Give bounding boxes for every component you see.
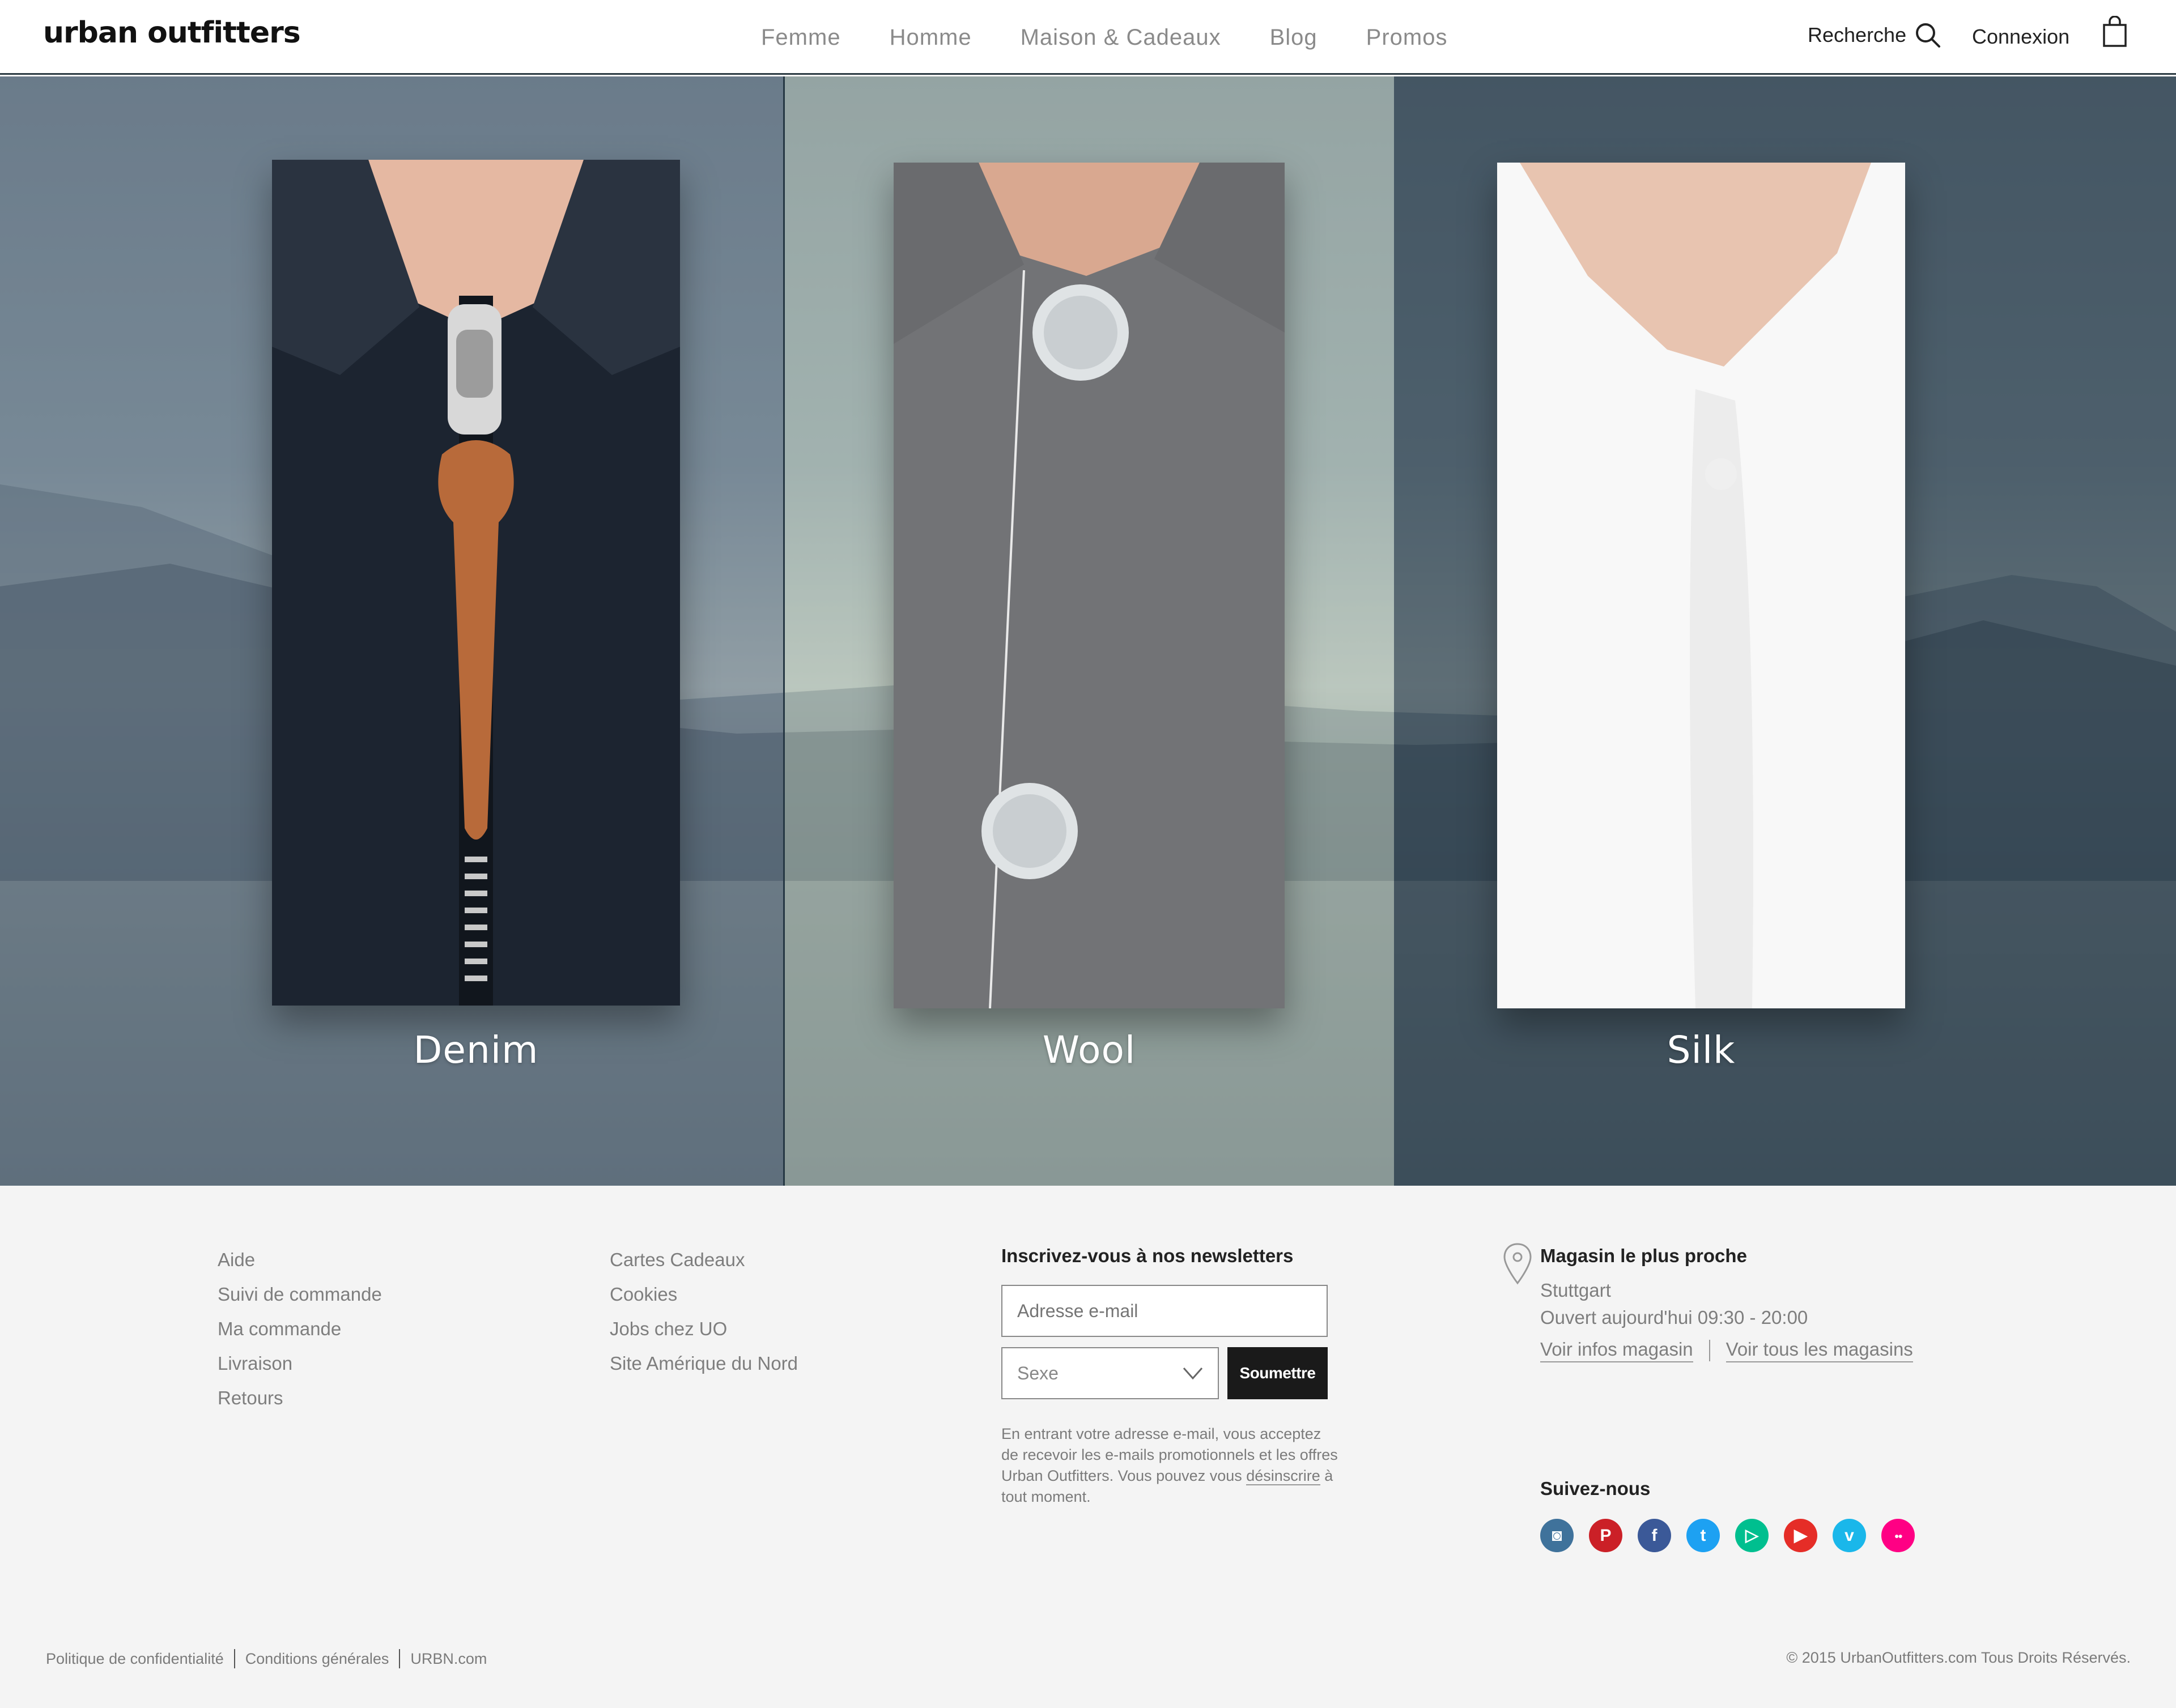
vimeo-icon[interactable]: v: [1833, 1519, 1866, 1552]
site-footer: Aide Suivi de commande Ma commande Livra…: [0, 1186, 2176, 1708]
chevron-down-icon: [1183, 1368, 1203, 1380]
newsletter-form: Inscrivez-vous à nos newsletters Sexe So…: [1001, 1245, 1338, 1505]
shopping-bag-button[interactable]: [2102, 16, 2127, 48]
footer-link-cartes-cadeaux[interactable]: Cartes Cadeaux: [610, 1242, 798, 1277]
store-title: Magasin le plus proche: [1540, 1245, 1747, 1266]
footer-link-aide[interactable]: Aide: [218, 1242, 382, 1277]
vine-icon[interactable]: ▷: [1735, 1519, 1769, 1552]
email-input[interactable]: [1001, 1285, 1328, 1337]
follow-title: Suivez-nous: [1540, 1478, 1651, 1499]
copyright: © 2015 UrbanOutfitters.com Tous Droits R…: [1786, 1649, 2131, 1666]
terms-link[interactable]: Conditions générales: [245, 1650, 389, 1668]
logo[interactable]: urban outfitters: [43, 16, 301, 50]
footer-link-cookies[interactable]: Cookies: [610, 1277, 798, 1311]
silk-caption[interactable]: Silk: [1531, 1028, 1871, 1072]
divider: [233, 1649, 235, 1668]
footer-links-company: Cartes Cadeaux Cookies Jobs chez UO Site…: [610, 1242, 798, 1381]
facebook-icon[interactable]: f: [1638, 1519, 1671, 1552]
footer-link-retours[interactable]: Retours: [218, 1381, 382, 1415]
instagram-icon[interactable]: ◙: [1540, 1519, 1574, 1552]
nav-maison-cadeaux[interactable]: Maison & Cadeaux: [1021, 25, 1221, 50]
hero-banner: Denim Wool Silk: [0, 76, 2176, 1186]
denim-image[interactable]: [272, 160, 680, 1006]
footer-link-livraison[interactable]: Livraison: [218, 1346, 382, 1381]
search-icon: [1916, 23, 1941, 48]
pinterest-icon[interactable]: P: [1589, 1519, 1622, 1552]
site-header: urban outfitters Femme Homme Maison & Ca…: [0, 0, 2176, 75]
gender-select[interactable]: Sexe: [1001, 1347, 1219, 1399]
store-info-link[interactable]: Voir infos magasin: [1540, 1339, 1693, 1362]
footer-link-suivi-commande[interactable]: Suivi de commande: [218, 1277, 382, 1311]
gender-select-value: Sexe: [1017, 1362, 1059, 1383]
footer-links-help: Aide Suivi de commande Ma commande Livra…: [218, 1242, 382, 1415]
nav-homme[interactable]: Homme: [890, 25, 972, 50]
newsletter-legal-text: En entrant votre adresse e-mail, vous ac…: [1001, 1424, 1341, 1507]
privacy-link[interactable]: Politique de confidentialité: [46, 1650, 224, 1668]
silk-image[interactable]: [1497, 163, 1905, 1008]
store-hours: Ouvert aujourd'hui 09:30 - 20:00: [1540, 1307, 1808, 1328]
main-nav: Femme Homme Maison & Cadeaux Blog Promos: [761, 25, 1447, 50]
wool-image[interactable]: [894, 163, 1285, 1008]
legal-links: Politique de confidentialité Conditions …: [46, 1649, 487, 1668]
submit-button[interactable]: Soumettre: [1227, 1347, 1328, 1399]
twitter-icon[interactable]: t: [1686, 1519, 1720, 1552]
shopping-bag-icon: [2103, 16, 2127, 47]
footer-link-ma-commande[interactable]: Ma commande: [218, 1311, 382, 1346]
social-links: ◙ Pf t ▷ ▶ v ●●: [1540, 1519, 1915, 1552]
store-city: Stuttgart: [1540, 1280, 1611, 1301]
divider: [1708, 1340, 1710, 1361]
unsubscribe-link[interactable]: désinscrire: [1246, 1467, 1320, 1485]
search-button[interactable]: Recherche: [1808, 22, 1941, 49]
youtube-icon[interactable]: ▶: [1784, 1519, 1817, 1552]
wool-caption[interactable]: Wool: [919, 1028, 1259, 1072]
denim-caption[interactable]: Denim: [306, 1028, 646, 1072]
newsletter-title: Inscrivez-vous à nos newsletters: [1001, 1245, 1294, 1266]
nav-promos[interactable]: Promos: [1366, 25, 1448, 50]
store-links: Voir infos magasin Voir tous les magasin…: [1540, 1339, 1913, 1362]
urbn-link[interactable]: URBN.com: [410, 1650, 487, 1668]
all-stores-link[interactable]: Voir tous les magasins: [1726, 1339, 1913, 1362]
nav-blog[interactable]: Blog: [1270, 25, 1318, 50]
footer-link-site-amerique[interactable]: Site Amérique du Nord: [610, 1346, 798, 1381]
divider: [399, 1649, 401, 1668]
footer-link-jobs[interactable]: Jobs chez UO: [610, 1311, 798, 1346]
flickr-icon[interactable]: ●●: [1881, 1519, 1915, 1552]
location-pin-icon: [1503, 1243, 1532, 1285]
search-label: Recherche: [1808, 23, 1907, 46]
nav-femme[interactable]: Femme: [761, 25, 841, 50]
login-link[interactable]: Connexion: [1972, 25, 2069, 49]
